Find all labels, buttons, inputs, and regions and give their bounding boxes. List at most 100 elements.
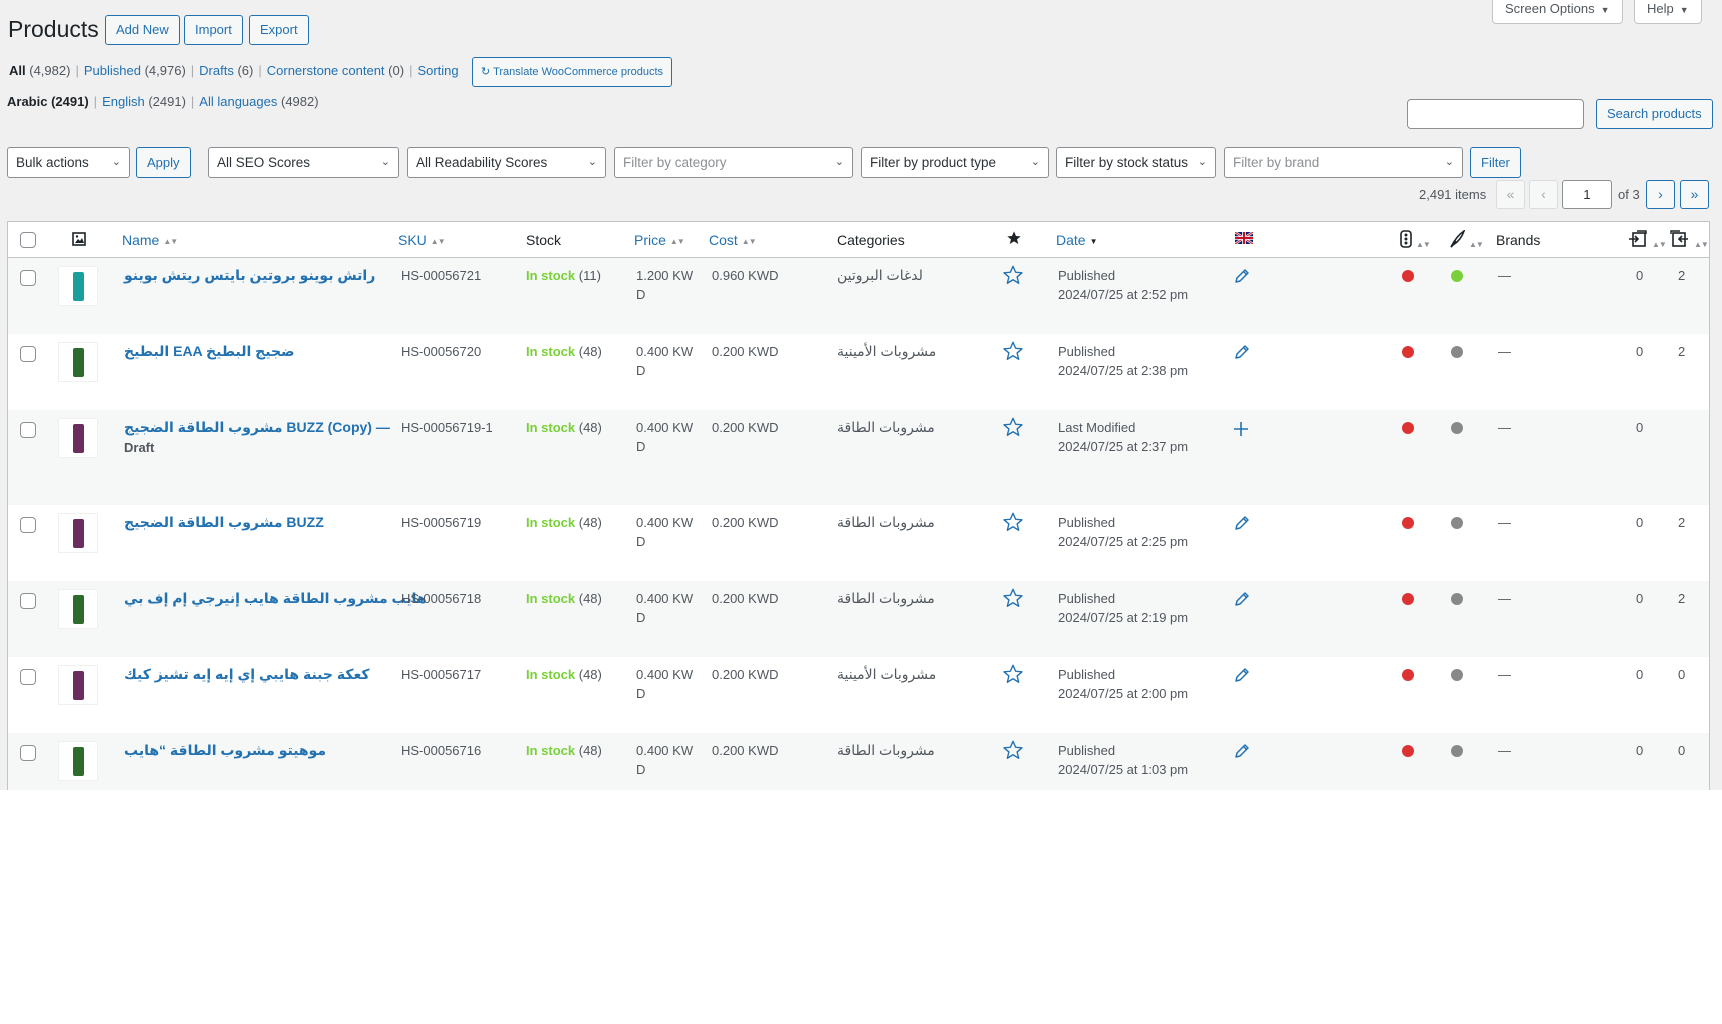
row-checkbox[interactable] (20, 422, 36, 438)
product-thumbnail[interactable] (58, 418, 98, 458)
product-thumbnail[interactable] (58, 513, 98, 553)
outgoing-links-count: 0 (1636, 420, 1644, 435)
stock-status-select[interactable]: Filter by stock status ⌄ (1056, 147, 1216, 178)
product-category-link[interactable]: لدغات البروتين (837, 266, 923, 285)
seo-score-column[interactable]: ▲▼ (1400, 230, 1431, 251)
link-out-column[interactable]: ▲▼ (1628, 230, 1667, 251)
product-thumbnail[interactable] (58, 266, 98, 306)
brand-filter-value: Filter by brand (1233, 155, 1320, 170)
product-can-image (73, 424, 84, 453)
brand-filter-select[interactable]: Filter by brand ⌄ (1224, 147, 1463, 178)
product-category-link[interactable]: مشروبات الأمينية (837, 342, 936, 361)
product-category-link[interactable]: مشروبات الأمينية (837, 665, 936, 684)
product-price-unit: D (636, 534, 646, 549)
column-date[interactable]: Date ▼ (1056, 232, 1097, 248)
status-published-link[interactable]: Published (84, 63, 141, 78)
select-all-checkbox[interactable] (20, 232, 36, 248)
sort-icon: ▲▼ (1694, 240, 1709, 249)
apply-button[interactable]: Apply (136, 147, 191, 178)
translate-woocommerce-button[interactable]: ↻ Translate WooCommerce products (472, 57, 673, 87)
last-page-button[interactable]: » (1680, 180, 1709, 209)
translate-woocommerce-label: Translate WooCommerce products (493, 66, 664, 78)
readability-column[interactable]: ▲▼ (1449, 229, 1484, 251)
lang-arabic-link[interactable]: Arabic (7, 94, 47, 109)
outgoing-links-count: 0 (1636, 268, 1644, 283)
export-button[interactable]: Export (249, 15, 309, 45)
product-name-link[interactable]: هايب مشروب الطاقة هايب إنيرجي إم إف بي (124, 589, 427, 608)
featured-star-icon[interactable] (1002, 739, 1024, 764)
search-products-input[interactable] (1407, 99, 1584, 129)
import-button[interactable]: Import (184, 15, 243, 45)
current-page-input[interactable] (1562, 180, 1612, 209)
status-drafts-link[interactable]: Drafts (199, 63, 234, 78)
column-cost[interactable]: Cost ▲▼ (709, 232, 757, 248)
row-checkbox[interactable] (20, 346, 36, 362)
edit-translation-icon[interactable] (1234, 667, 1250, 686)
status-all-link[interactable]: All (9, 63, 26, 78)
help-label: Help (1647, 1, 1674, 16)
link-in-column[interactable]: ▲▼ (1670, 230, 1709, 251)
product-thumbnail[interactable] (58, 741, 98, 781)
product-type-select[interactable]: Filter by product type ⌄ (861, 147, 1049, 178)
next-page-button[interactable]: › (1646, 180, 1675, 209)
screen-options-tab[interactable]: Screen Options ▼ (1492, 0, 1623, 24)
lang-all-link[interactable]: All languages (199, 94, 277, 109)
edit-translation-icon[interactable] (1234, 591, 1250, 610)
stock-label: In stock (526, 515, 576, 530)
product-name-link[interactable]: كعكة جبنة هايبي إي إيه إيه تشيز كيك (124, 665, 370, 684)
featured-star-icon[interactable] (1002, 416, 1024, 441)
product-name-link[interactable]: مشروب الطاقة الضجيج BUZZ (124, 513, 324, 532)
edit-translation-icon[interactable] (1234, 515, 1250, 534)
bulk-actions-select[interactable]: Bulk actions ⌄ (7, 147, 130, 178)
product-name-link[interactable]: موهيتو مشروب الطاقة “هايب (124, 741, 326, 760)
product-category-link[interactable]: مشروبات الطاقة (837, 418, 935, 437)
stock-count: (48) (578, 591, 602, 606)
edit-translation-icon[interactable] (1234, 743, 1250, 762)
product-thumbnail[interactable] (58, 665, 98, 705)
category-filter-select[interactable]: Filter by category ⌄ (614, 147, 853, 178)
row-checkbox[interactable] (20, 270, 36, 286)
product-thumbnail[interactable] (58, 589, 98, 629)
incoming-links-count: 2 (1678, 344, 1686, 359)
add-translation-icon[interactable] (1232, 420, 1250, 441)
stock-count: (48) (578, 344, 602, 359)
products-table: Name ▲▼ SKU ▲▼ Stock Price ▲▼ Cost ▲▼ Catego… (7, 221, 1710, 790)
stock-status: In stock (48) (526, 589, 602, 608)
row-checkbox[interactable] (20, 593, 36, 609)
row-checkbox[interactable] (20, 669, 36, 685)
first-page-button[interactable]: « (1496, 180, 1525, 209)
column-name[interactable]: Name ▲▼ (122, 232, 178, 248)
product-name-link[interactable]: راتش بوينو بروتين بايتس ريتش بوينو (124, 266, 375, 285)
product-name-link[interactable]: البطيخ EAA ضجيج البطيخ (124, 342, 295, 361)
status-sorting-link[interactable]: Sorting (417, 63, 458, 78)
row-checkbox[interactable] (20, 517, 36, 533)
featured-star-icon[interactable] (1002, 340, 1024, 365)
readability-score-dot (1451, 517, 1463, 529)
featured-star-icon[interactable] (1002, 663, 1024, 688)
edit-translation-icon[interactable] (1234, 344, 1250, 363)
column-price[interactable]: Price ▲▼ (634, 232, 685, 248)
featured-star-icon[interactable] (1002, 511, 1024, 536)
featured-star-icon[interactable] (1002, 587, 1024, 612)
product-name-link[interactable]: مشروب الطاقة الضجيج BUZZ (Copy) — (124, 418, 390, 437)
edit-translation-icon[interactable] (1234, 268, 1250, 287)
row-checkbox[interactable] (20, 745, 36, 761)
product-cost: 0.200 KWD (712, 344, 779, 359)
help-tab[interactable]: Help ▼ (1634, 0, 1702, 24)
prev-page-button[interactable]: ‹ (1529, 180, 1558, 209)
product-category-link[interactable]: مشروبات الطاقة (837, 589, 935, 608)
lang-english-link[interactable]: English (102, 94, 145, 109)
add-new-button[interactable]: Add New (105, 15, 180, 45)
product-category-link[interactable]: مشروبات الطاقة (837, 513, 935, 532)
filter-button[interactable]: Filter (1470, 147, 1521, 178)
product-category-link[interactable]: مشروبات الطاقة (837, 741, 935, 760)
status-cornerstone-link[interactable]: Cornerstone content (267, 63, 385, 78)
product-draft-label: Draft (124, 440, 155, 455)
column-sku[interactable]: SKU ▲▼ (398, 232, 446, 248)
readability-scores-select[interactable]: All Readability Scores ⌄ (407, 147, 606, 178)
seo-scores-select[interactable]: All SEO Scores ⌄ (208, 147, 399, 178)
product-thumbnail[interactable] (58, 342, 98, 382)
featured-star-icon[interactable] (1002, 264, 1024, 289)
search-products-button[interactable]: Search products (1596, 99, 1713, 129)
date-value: 2024/07/25 at 2:37 pm (1058, 439, 1189, 454)
